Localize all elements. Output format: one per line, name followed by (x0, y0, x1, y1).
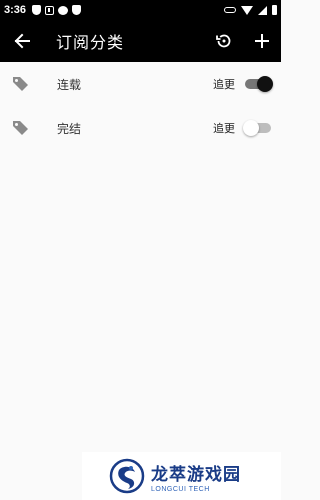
vpn-key-icon (224, 7, 236, 13)
status-time: 3:36 (4, 4, 27, 16)
category-row[interactable]: 连载 追更 (0, 62, 281, 106)
follow-toggle[interactable] (245, 76, 273, 92)
back-button[interactable] (0, 20, 44, 62)
wifi-icon (241, 5, 253, 15)
follow-label: 追更 (213, 122, 235, 135)
watermark-subtitle: LONGCUI TECH (151, 485, 210, 493)
toggle-thumb (257, 76, 273, 92)
arrow-left-icon (14, 33, 30, 49)
chat-icon (58, 5, 69, 15)
follow-toggle[interactable] (243, 120, 273, 136)
tag-icon (12, 76, 34, 92)
category-label: 连载 (57, 77, 82, 92)
toggle-thumb (243, 120, 259, 136)
category-row[interactable]: 完结 追更 (0, 106, 281, 150)
history-button[interactable] (205, 20, 243, 62)
longcui-logo-icon (109, 458, 145, 494)
watermark: 龙萃游戏园 LONGCUI TECH (82, 452, 281, 500)
tag-icon (12, 120, 34, 136)
category-label: 完结 (57, 121, 82, 136)
app-actions (205, 20, 281, 62)
notification-icons (32, 5, 82, 15)
watermark-name: 龙萃游戏园 (151, 464, 241, 485)
page-title: 订阅分类 (56, 33, 125, 52)
status-bar: 3:36 (0, 0, 281, 20)
app-notification-icon (45, 5, 55, 15)
signal-icon (258, 5, 267, 15)
system-icons (224, 5, 277, 15)
plus-icon (255, 34, 269, 48)
history-icon (216, 34, 231, 48)
app-bar: 订阅分类 (0, 20, 281, 62)
battery-icon (272, 5, 277, 15)
category-list: 连载 追更 完结 追更 (0, 62, 281, 150)
watermark-text: 龙萃游戏园 LONGCUI TECH (151, 460, 241, 493)
shield-icon (32, 5, 42, 15)
add-category-button[interactable] (243, 20, 281, 62)
shield-check-icon (72, 5, 82, 15)
follow-label: 追更 (213, 78, 235, 91)
